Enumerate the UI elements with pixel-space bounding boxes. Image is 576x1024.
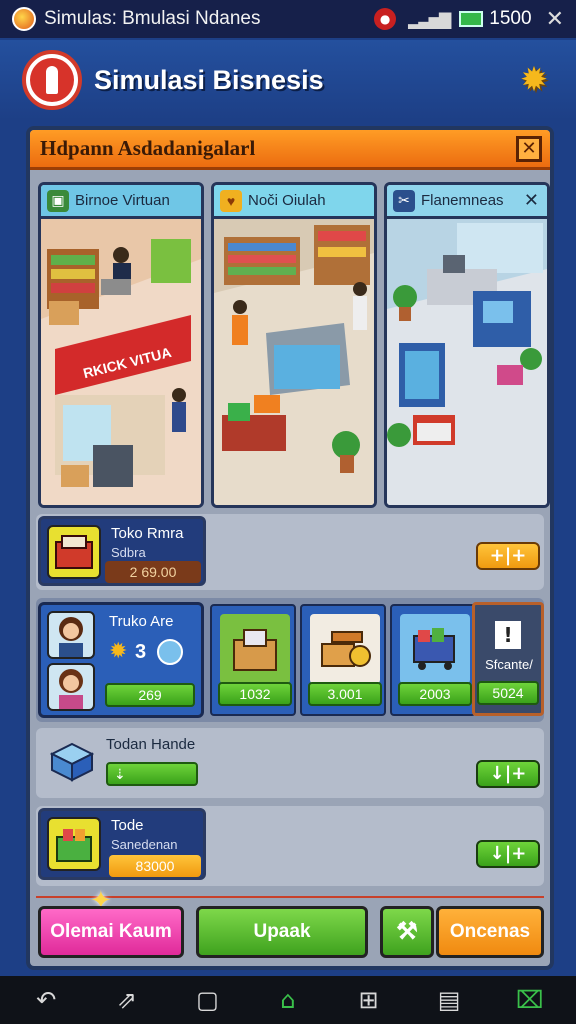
store-interior-illustration (214, 219, 374, 505)
signal-icon: ▂▃▅▇ (408, 9, 451, 29)
cart-icon (400, 614, 470, 684)
add-tode-button[interactable]: ↓|+ (476, 840, 540, 868)
card-title: Tode (111, 817, 144, 834)
tile-value: 1032 (218, 682, 292, 706)
shield-heart-icon: ♥ (220, 189, 242, 212)
card-amount: 269 (105, 683, 195, 707)
upgrade-button[interactable]: Upaak (196, 906, 368, 958)
app-logo (22, 50, 82, 110)
wrench-icon: ⚒ (396, 918, 418, 945)
page-title: Simulasi Bisnesis (94, 64, 324, 95)
scene-header: ▣ Birnoe Virtuan (41, 185, 201, 219)
settings-gear-icon[interactable]: ✹ (514, 60, 554, 100)
add-todan-button[interactable]: ↓|+ (476, 760, 540, 788)
card-amount: 2 69.00 (105, 561, 201, 583)
document-icon[interactable]: ▤ (427, 978, 471, 1022)
scene-header: ✂ Flanemneas ✕ (387, 185, 547, 219)
office-illustration (387, 219, 547, 505)
options-button[interactable]: Oncenas (436, 906, 544, 958)
left-action-button[interactable]: Olemai Kaum (38, 906, 184, 958)
gift-icon: ▣ (47, 189, 69, 212)
card-subtitle: Sdbra (111, 545, 146, 560)
tile-value: 2003 (398, 682, 472, 706)
tile-tape[interactable]: 3.001 (300, 604, 386, 716)
share-icon[interactable]: ⌧ (508, 978, 552, 1022)
store-illustration: RKICK VITUA (41, 219, 201, 505)
scene-local-store[interactable]: ♥ Noči Oiulah (211, 182, 377, 508)
grid-icon[interactable]: ⊞ (347, 978, 391, 1022)
close-icon[interactable]: ✕ (546, 7, 564, 32)
status-app-title: Simulas: Bmulasi Ndanes (44, 8, 261, 29)
tile-cart[interactable]: 2003 (390, 604, 476, 716)
add-toko-rmra-button[interactable]: +|+ (476, 542, 540, 570)
card-amount: 83000 (109, 855, 201, 877)
box-icon (220, 614, 290, 684)
progress-bar: ⇣ (106, 762, 198, 786)
side-stat-value: 5024 (477, 681, 539, 705)
status-time: 1500 (489, 8, 532, 29)
scene-label: Flanemneas (421, 192, 504, 209)
scene-label: Noči Oiulah (248, 192, 326, 209)
navigation-bar: ↶ ⇗ ▢ ⌂ ⊞ ▤ ⌧ (0, 976, 576, 1024)
business-panel: Hdpann Asdadanigalarl ✕ ▣ Birnoe Virtuan… (26, 126, 554, 970)
scene-virtual-store[interactable]: ▣ Birnoe Virtuan RKICK VITUA (38, 182, 204, 508)
tile-box[interactable]: 1032 (210, 604, 296, 716)
square-icon[interactable]: ▢ (185, 978, 229, 1022)
home-icon[interactable]: ⌂ (266, 978, 310, 1022)
back-icon[interactable]: ↶ (24, 978, 68, 1022)
scene-office[interactable]: ✂ Flanemneas ✕ (384, 182, 550, 508)
alert-mark: ! (495, 621, 521, 649)
wrench-button[interactable]: ⚒ (380, 906, 434, 958)
sun-gear-icon: ✹ (109, 639, 128, 664)
battery-icon (459, 11, 484, 27)
tools-icon: ✂ (393, 189, 415, 212)
scene-label: Birnoe Virtuan (75, 192, 170, 209)
close-icon[interactable]: ✕ (524, 190, 539, 211)
panel-close-button[interactable]: ✕ (516, 136, 542, 162)
scene-header: ♥ Noči Oiulah (214, 185, 374, 219)
card-title: Todan Hande (106, 736, 196, 753)
app-header: Simulasi Bisnesis ✹ (0, 40, 576, 120)
basket-icon (47, 817, 101, 871)
cube-icon (49, 742, 95, 786)
avatar (47, 611, 95, 659)
side-stat-label: Sfcante/ (485, 657, 533, 672)
card-tode[interactable]: Tode Sanedenan 83000 (38, 808, 206, 880)
box-icon (47, 525, 101, 579)
status-bar: Simulas: Bmulasi Ndanes ● ▂▃▅▇ 1500 ✕ (0, 0, 576, 38)
avatar (47, 663, 95, 711)
record-icon: ● (374, 8, 397, 30)
tile-value: 3.001 (308, 682, 382, 706)
forward-icon[interactable]: ⇗ (105, 978, 149, 1022)
app-icon (12, 7, 36, 31)
tape-icon (310, 614, 380, 684)
shield-icon (157, 639, 183, 665)
card-title: Truko Are (109, 613, 174, 630)
card-subtitle: Sanedenan (111, 837, 178, 852)
side-stat-card[interactable]: ! Sfcante/ 5024 (472, 602, 544, 716)
card-truko-are[interactable]: Truko Are ✹ 3 269 (38, 602, 204, 718)
panel-title: Hdpann Asdadanigalarl (40, 136, 256, 160)
divider (36, 896, 544, 898)
card-toko-rmra[interactable]: Toko Rmra Sdbra 2 69.00 (38, 516, 206, 586)
panel-title-bar: Hdpann Asdadanigalarl ✕ (30, 130, 550, 170)
level-value: 3 (135, 641, 147, 663)
card-title: Toko Rmra (111, 525, 184, 542)
